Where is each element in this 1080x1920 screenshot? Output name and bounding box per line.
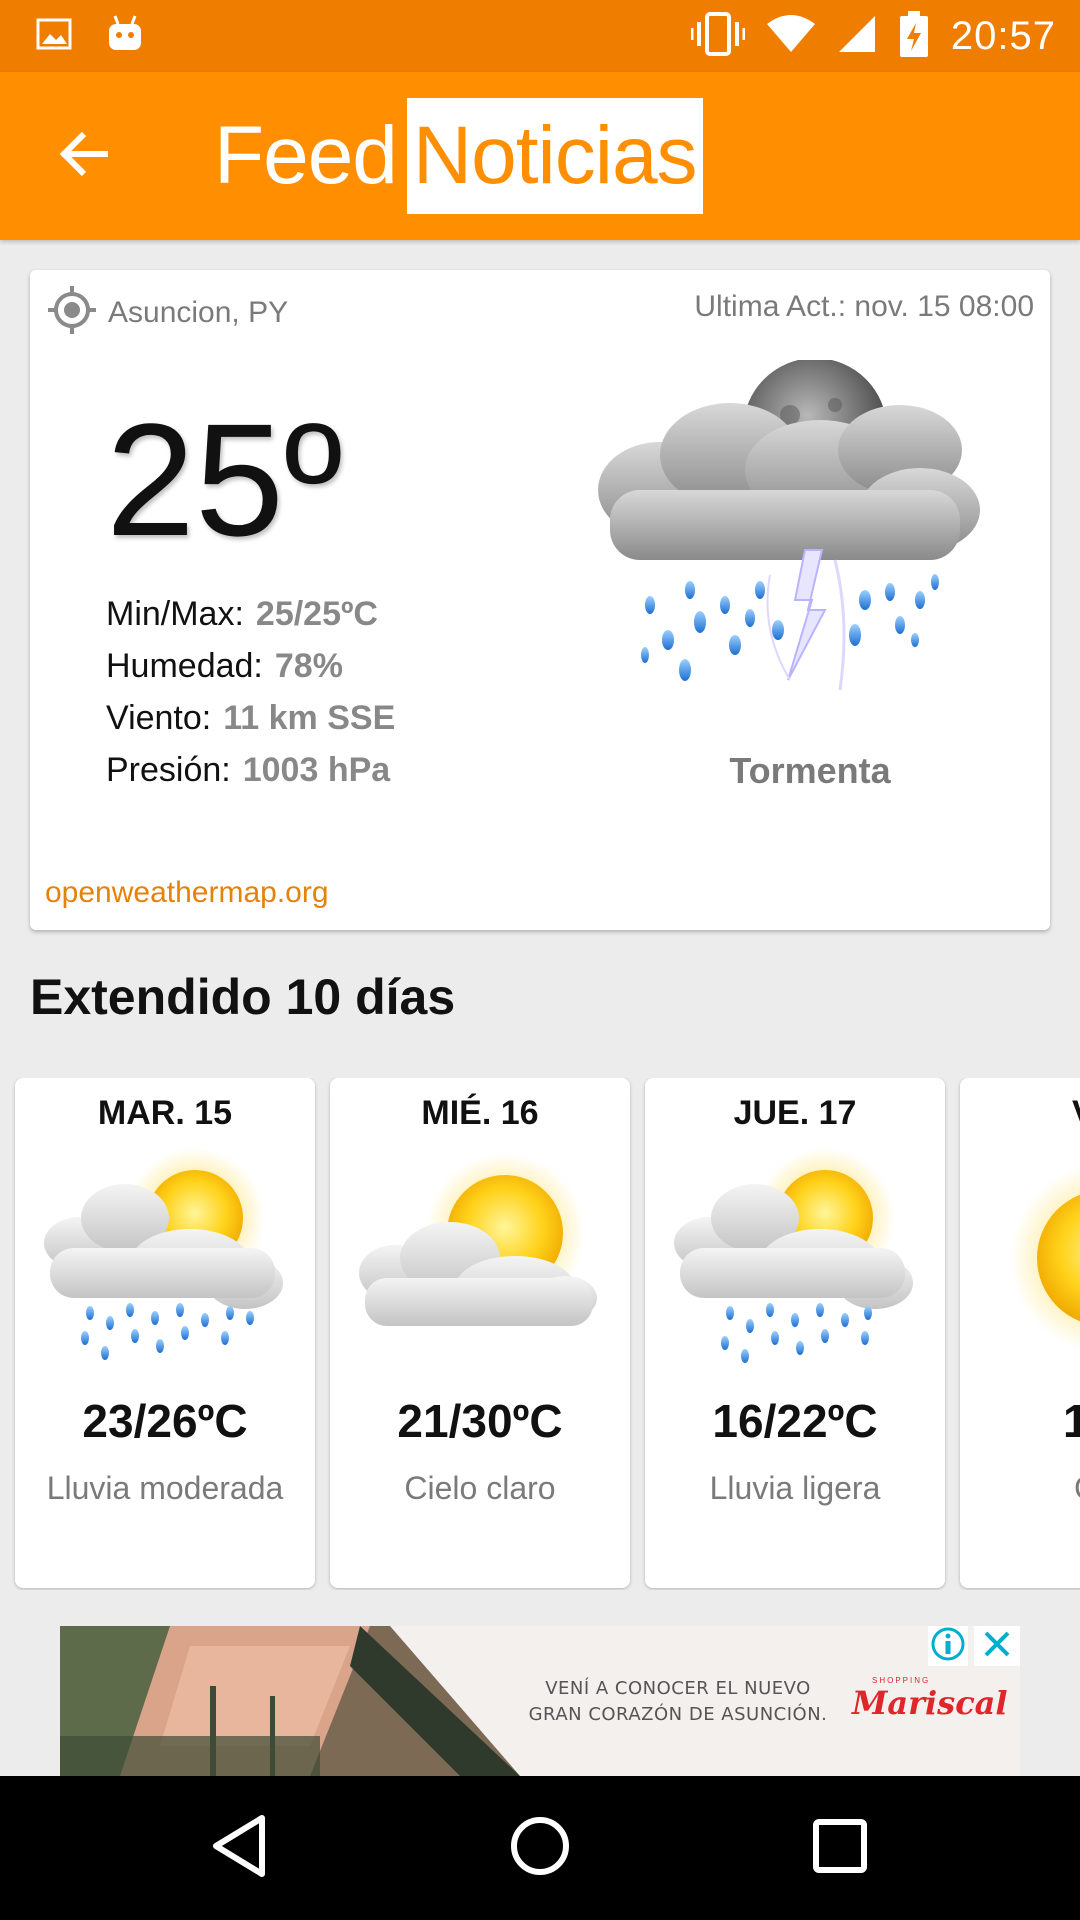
logo-noticias-text: Noticias — [412, 110, 698, 201]
android-icon — [106, 14, 144, 59]
detail-value: 1003 hPa — [242, 751, 391, 789]
ad-banner[interactable]: VENÍ A CONOCER EL NUEVO GRAN CORAZÓN DE … — [60, 1626, 1020, 1776]
app-logo: Feed Noticias — [214, 98, 703, 214]
vibrate-icon — [690, 11, 746, 61]
forecast-desc: Lluvia ligera — [709, 1470, 881, 1506]
nav-recents-icon — [810, 1816, 870, 1881]
current-weather-card: Asuncion, PY Ultima Act.: nov. 15 08:00 … — [30, 270, 1050, 930]
forecast-title: Extendido 10 días — [30, 969, 456, 1025]
weather-details: Min/Max: 25/25ºC Humedad: 78% Viento: 11 km… — [106, 588, 395, 796]
forecast-range: 15/ — [1063, 1395, 1080, 1447]
ad-info-button[interactable] — [928, 1626, 968, 1666]
app-bar: Feed Noticias — [0, 72, 1080, 240]
back-button[interactable] — [52, 124, 116, 188]
storm-night-icon — [590, 358, 990, 740]
forecast-list[interactable]: MAR. 15 23/26ºC Lluvia moderada MIÉ. 16 … — [0, 1078, 1080, 1590]
forecast-card[interactable]: JUE. 17 16/22ºC Lluvia ligera — [645, 1078, 945, 1588]
ad-close-icon — [981, 1628, 1013, 1665]
location-target-icon — [46, 284, 98, 341]
logo-feed-text: Feed — [214, 110, 398, 201]
location-row: Asuncion, PY — [46, 284, 288, 341]
detail-min-max: Min/Max: 25/25ºC — [106, 588, 395, 640]
ad-brand: Mariscal — [852, 1684, 1008, 1722]
nav-recents-button[interactable] — [798, 1806, 882, 1890]
forecast-card[interactable]: MIÉ. 16 21/30ºC Cielo claro — [330, 1078, 630, 1588]
detail-humidity: Humedad: 78% — [106, 640, 395, 692]
forecast-desc: Cielo claro — [404, 1470, 556, 1506]
nav-home-button[interactable] — [498, 1806, 582, 1890]
current-condition: Tormenta — [729, 750, 891, 791]
image-icon — [36, 16, 72, 57]
forecast-card[interactable]: VI 15/ Cie — [960, 1078, 1080, 1588]
forecast-day: VI — [960, 1094, 1080, 1133]
detail-value: 25/25ºC — [255, 595, 378, 633]
ad-photo — [60, 1626, 520, 1776]
wifi-icon — [766, 14, 815, 59]
current-temperature: 25º — [106, 390, 343, 569]
navigation-bar — [0, 1776, 1080, 1920]
nav-back-icon — [210, 1814, 270, 1883]
sun-cloud-icon — [355, 1148, 605, 1378]
detail-wind: Viento: 11 km SSE — [106, 692, 395, 744]
signal-icon — [837, 14, 877, 59]
forecast-card[interactable]: MAR. 15 23/26ºC Lluvia moderada — [15, 1078, 315, 1588]
forecast-day: MIÉ. 16 — [421, 1094, 539, 1132]
ad-line-2: GRAN CORAZÓN DE ASUNCIÓN. — [528, 1704, 828, 1725]
forecast-range: 16/22ºC — [712, 1395, 878, 1447]
forecast-range: 21/30ºC — [397, 1395, 563, 1447]
detail-label: Humedad: — [106, 647, 263, 685]
ad-info-icon — [930, 1626, 966, 1667]
detail-value: 11 km SSE — [223, 699, 396, 737]
detail-label: Min/Max: — [106, 595, 244, 633]
forecast-desc: Cie — [960, 1470, 1080, 1507]
ad-text: VENÍ A CONOCER EL NUEVO GRAN CORAZÓN DE … — [508, 1676, 848, 1728]
back-arrow-icon — [58, 130, 110, 183]
battery-charging-icon — [899, 10, 929, 62]
ad-close-button[interactable] — [974, 1626, 1020, 1666]
nav-back-button[interactable] — [198, 1806, 282, 1890]
detail-pressure: Presión: 1003 hPa — [106, 744, 395, 796]
logo-noticias-box: Noticias — [406, 98, 703, 214]
source-link[interactable]: openweathermap.org — [45, 876, 329, 910]
forecast-day: MAR. 15 — [97, 1094, 233, 1132]
status-bar: 20:57 — [0, 0, 1080, 72]
location-name: Asuncion, PY — [108, 295, 289, 329]
last-updated: Ultima Act.: nov. 15 08:00 — [694, 290, 1034, 323]
sun-cloud-rain-icon — [40, 1148, 290, 1378]
detail-label: Presión: — [106, 751, 231, 789]
ad-line-1: VENÍ A CONOCER EL NUEVO — [545, 1678, 811, 1699]
forecast-desc: Lluvia moderada — [46, 1470, 284, 1506]
nav-home-icon — [508, 1814, 572, 1883]
detail-label: Viento: — [106, 699, 212, 737]
sun-cloud-rain-icon — [670, 1148, 920, 1378]
forecast-day: JUE. 17 — [733, 1094, 857, 1132]
status-time: 20:57 — [950, 13, 1056, 58]
forecast-range: 23/26ºC — [82, 1395, 248, 1447]
detail-value: 78% — [274, 647, 343, 685]
sun-icon — [985, 1148, 1080, 1378]
